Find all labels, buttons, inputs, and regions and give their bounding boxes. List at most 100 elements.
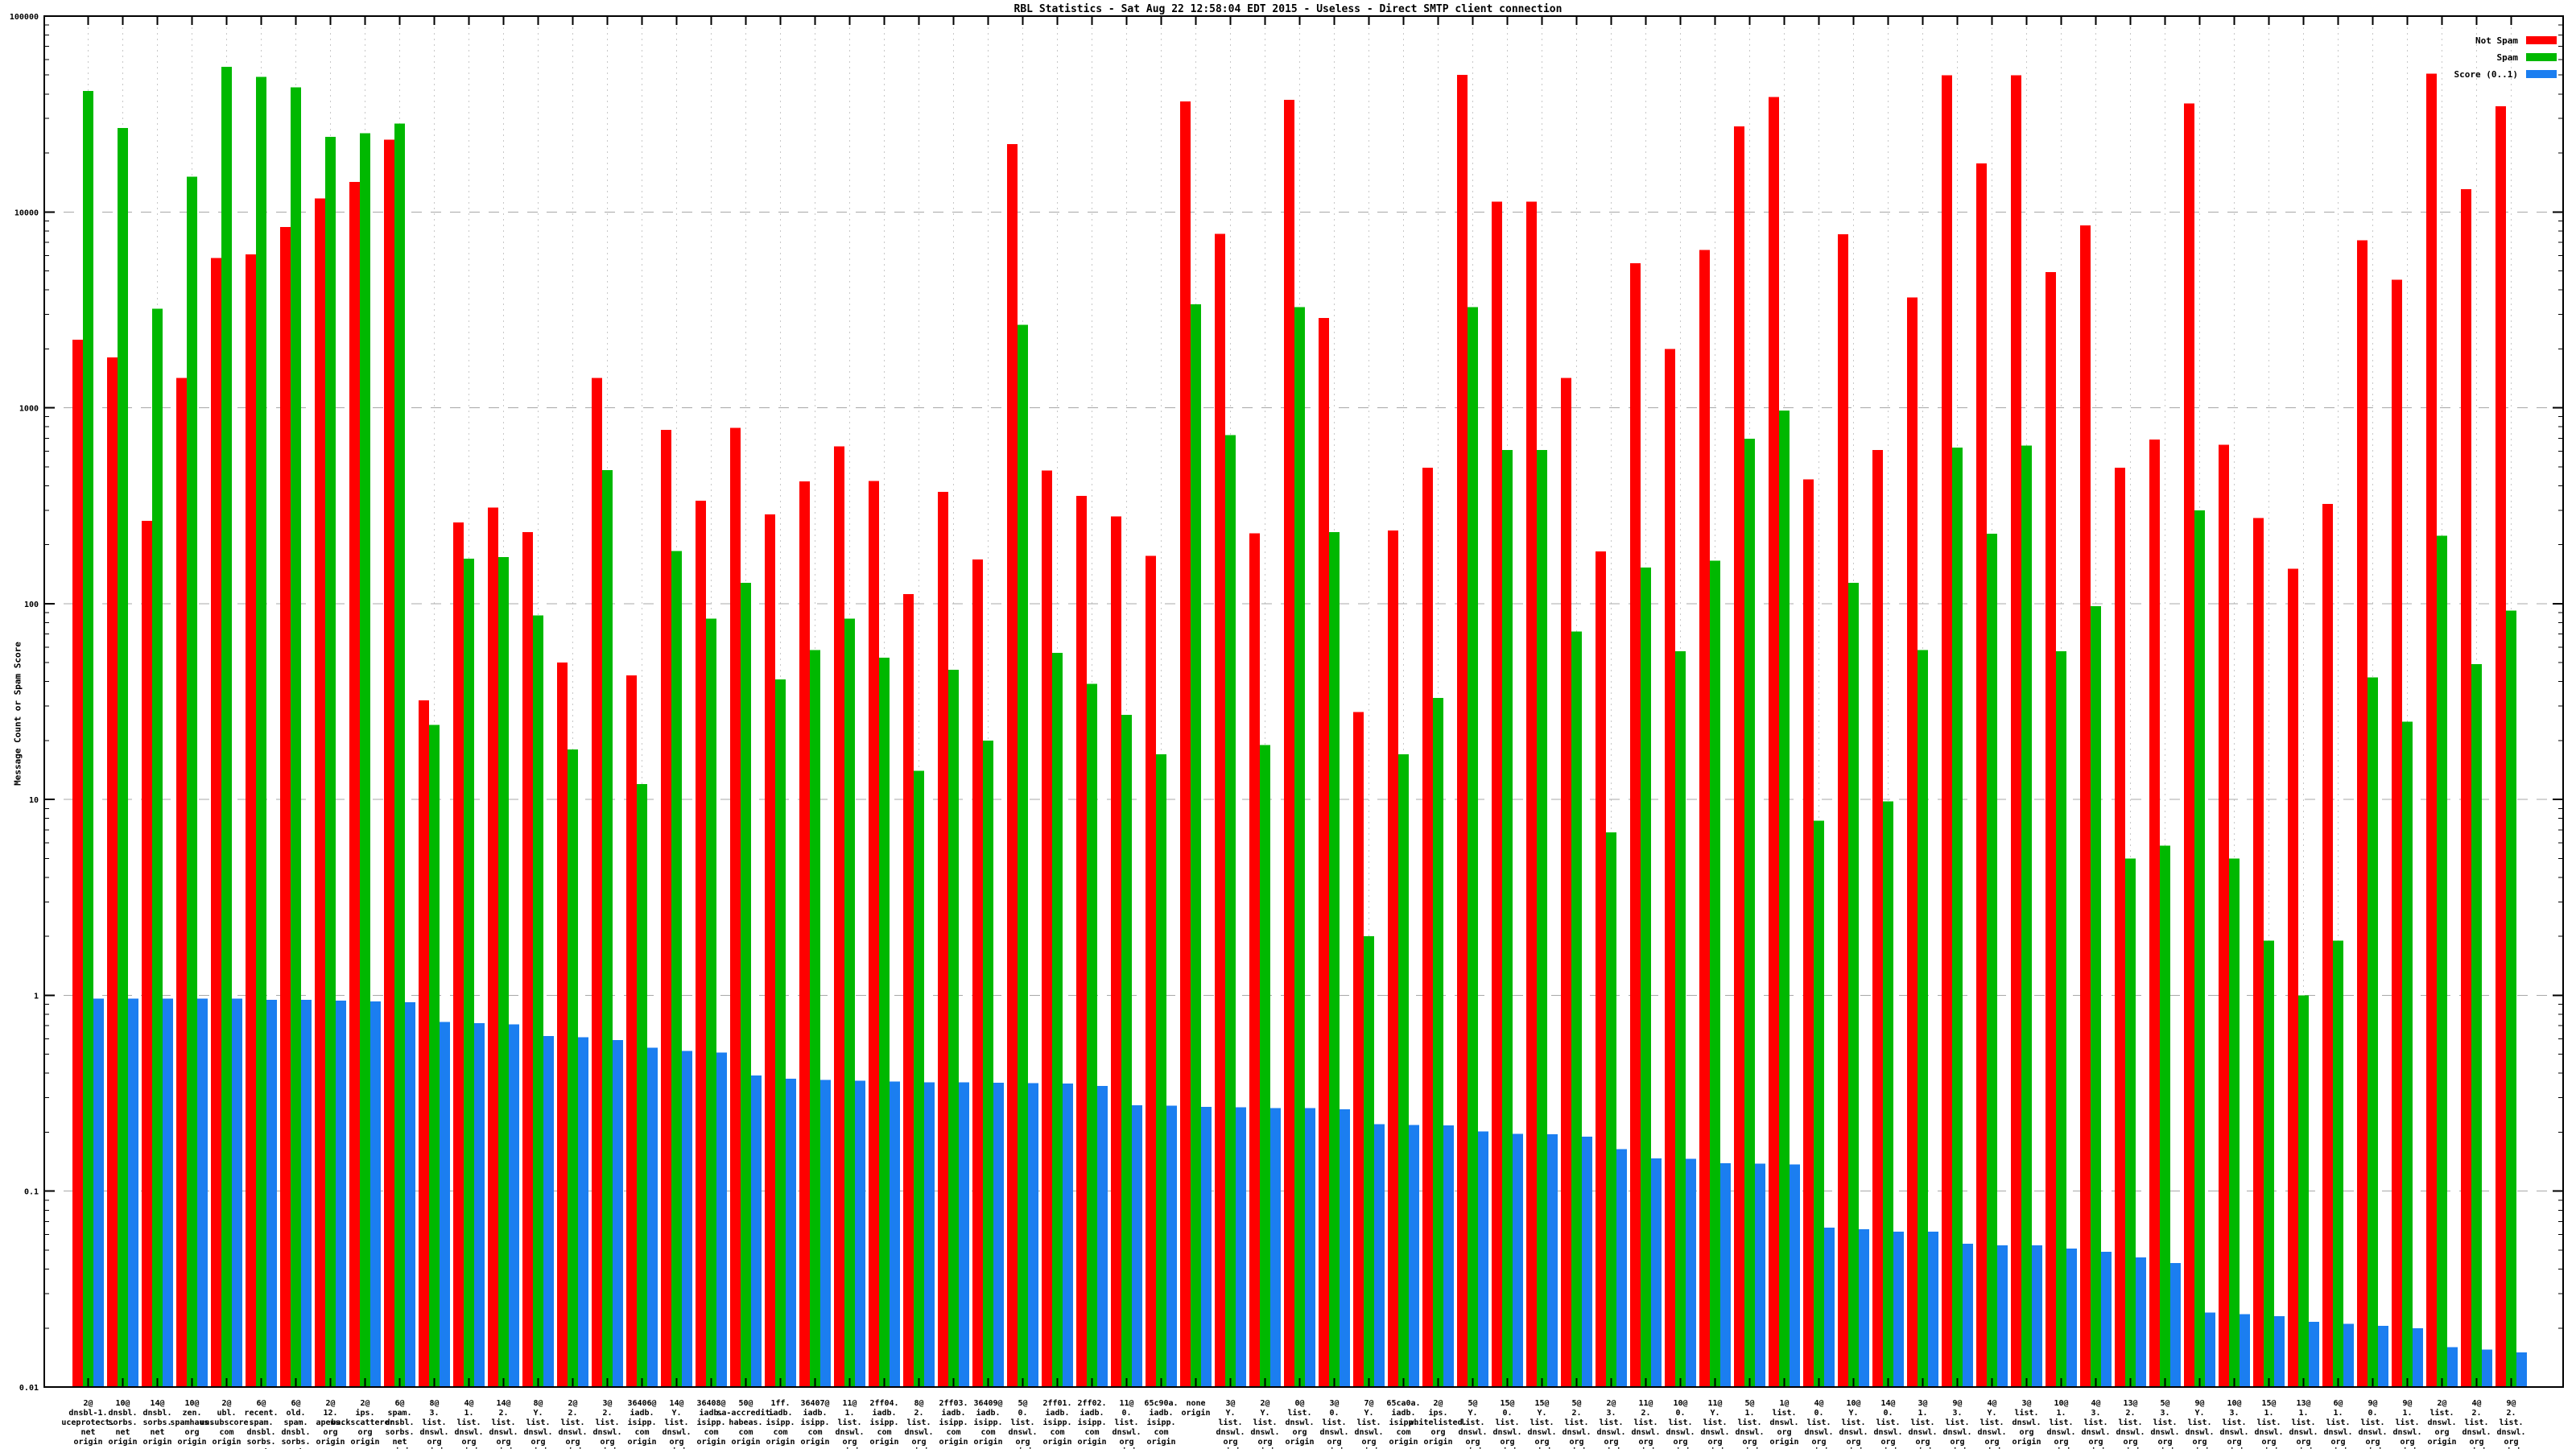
bar-not-spam bbox=[2149, 440, 2160, 1387]
legend-swatch-not-spam bbox=[2526, 36, 2557, 44]
bar-not-spam bbox=[72, 340, 83, 1387]
bar-score-0-1 bbox=[2482, 1350, 2492, 1387]
bar-not-spam bbox=[211, 258, 221, 1387]
bar-spam bbox=[741, 583, 751, 1387]
bar-not-spam bbox=[2288, 568, 2298, 1387]
svg-text:1000: 1000 bbox=[19, 405, 39, 414]
x-tick-label: 2@dnsbl-1.uceprotect.netorigin bbox=[61, 1399, 114, 1447]
x-tick-label: 3@0.list.dnswl.orgorigin bbox=[1319, 1399, 1348, 1449]
bar-spam bbox=[1606, 832, 1616, 1387]
bar-score-0-1 bbox=[993, 1083, 1004, 1387]
x-axis-tick-labels: 2@dnsbl-1.uceprotect.netorigin10@dnsbl.s… bbox=[61, 1399, 2525, 1449]
bar-score-0-1 bbox=[924, 1082, 935, 1387]
x-tick-label: 13@1.list.dnswl.orgorigin bbox=[2289, 1399, 2318, 1449]
bar-not-spam bbox=[1838, 234, 1848, 1387]
bar-spam bbox=[844, 618, 855, 1387]
bar-score-0-1 bbox=[1443, 1125, 1454, 1387]
x-tick-label: 3@2.list.dnswl.orgorigin bbox=[592, 1399, 621, 1449]
bar-not-spam bbox=[592, 378, 602, 1387]
bar-not-spam bbox=[1665, 349, 1675, 1387]
x-tick-label: 1ff.iadb.isipp.comorigin bbox=[766, 1399, 795, 1447]
bar-score-0-1 bbox=[474, 1023, 485, 1387]
x-tick-label: 6@old.spam.dnsbl.sorbs.netorigin bbox=[281, 1399, 310, 1449]
bar-score-0-1 bbox=[786, 1079, 796, 1387]
x-tick-label: 2ff04.iadb.isipp.comorigin bbox=[869, 1399, 898, 1447]
bar-score-0-1 bbox=[1720, 1163, 1731, 1387]
bar-score-0-1 bbox=[1582, 1137, 1592, 1387]
bar-spam bbox=[1294, 307, 1305, 1387]
bar-score-0-1 bbox=[1513, 1134, 1523, 1387]
bar-not-spam bbox=[1769, 97, 1779, 1387]
bar-not-spam bbox=[522, 532, 533, 1387]
legend-item-spam: Spam bbox=[2454, 52, 2557, 62]
bar-spam bbox=[1433, 698, 1443, 1387]
bar-score-0-1 bbox=[1201, 1107, 1212, 1387]
bar-score-0-1 bbox=[1097, 1086, 1108, 1387]
bar-spam bbox=[2264, 941, 2274, 1387]
bar-spam bbox=[1814, 820, 1824, 1387]
x-tick-label: 0@list.dnswl.orgorigin bbox=[1285, 1399, 1314, 1447]
bar-score-0-1 bbox=[2066, 1249, 2077, 1387]
bar-not-spam bbox=[315, 199, 325, 1387]
bar-not-spam bbox=[2253, 518, 2264, 1387]
y-axis-tick-labels: 1000001000010001001010.10.01 bbox=[10, 13, 39, 1393]
x-tick-label: 8@Y.list.dnswl.orgorigin bbox=[523, 1399, 552, 1449]
x-tick-label: 4@3.list.dnswl.orgorigin bbox=[2081, 1399, 2110, 1449]
bar-spam bbox=[221, 67, 232, 1387]
x-tick-label: 4@0.list.dnswl.orgorigin bbox=[1804, 1399, 1833, 1449]
bar-score-0-1 bbox=[1686, 1159, 1696, 1387]
x-tick-label: 2ff02.iadb.isipp.comorigin bbox=[1077, 1399, 1106, 1447]
bar-not-spam bbox=[765, 514, 775, 1387]
x-tick-label: 4@1.list.dnswl.orgorigin bbox=[454, 1399, 483, 1449]
svg-text:10000: 10000 bbox=[14, 208, 39, 217]
bar-not-spam bbox=[2357, 240, 2368, 1387]
bar-score-0-1 bbox=[1616, 1149, 1627, 1387]
legend-item-score: Score (0..1) bbox=[2454, 69, 2557, 79]
bar-spam bbox=[1398, 754, 1409, 1387]
x-tick-label: 5@Y.list.dnswl.orgorigin bbox=[1458, 1399, 1487, 1449]
bar-spam bbox=[1952, 448, 1963, 1387]
bar-spam bbox=[1883, 801, 1893, 1387]
x-tick-label: 36407@iadb.isipp.comorigin bbox=[800, 1399, 829, 1447]
bar-not-spam bbox=[349, 182, 360, 1387]
legend-swatch-spam bbox=[2526, 53, 2557, 61]
x-tick-label: 10@Y.list.dnswl.orgorigin bbox=[1839, 1399, 1868, 1449]
bar-not-spam bbox=[1284, 100, 1294, 1387]
bar-spam bbox=[2021, 446, 2032, 1387]
rbl-bar-chart: 1000001000010001001010.10.01 2@dnsbl-1.u… bbox=[0, 0, 2576, 1449]
x-tick-label: 4@2.list.dnswl.orgorigin bbox=[2462, 1399, 2491, 1449]
bar-score-0-1 bbox=[163, 999, 173, 1387]
x-tick-label: 10@3.list.dnswl.orgorigin bbox=[2219, 1399, 2248, 1449]
bar-not-spam bbox=[176, 378, 187, 1387]
bar-spam bbox=[1641, 568, 1651, 1387]
bar-not-spam bbox=[1388, 530, 1398, 1387]
bar-not-spam bbox=[1942, 75, 1952, 1387]
bar-score-0-1 bbox=[959, 1082, 969, 1387]
bar-not-spam bbox=[938, 492, 948, 1387]
bar-score-0-1 bbox=[440, 1022, 450, 1387]
bar-spam bbox=[568, 749, 578, 1387]
bar-spam bbox=[879, 658, 890, 1387]
bar-not-spam bbox=[1734, 126, 1744, 1387]
bar-score-0-1 bbox=[2274, 1316, 2285, 1387]
x-tick-label: 6@spam.dnsbl.sorbs.netorigin bbox=[385, 1399, 414, 1449]
bar-not-spam bbox=[1042, 470, 1052, 1387]
x-tick-label: 10@dnsbl.sorbs.netorigin bbox=[108, 1399, 137, 1447]
bar-not-spam bbox=[972, 559, 983, 1387]
bar-not-spam bbox=[1526, 201, 1537, 1387]
x-tick-label: 5@1.list.dnswl.orgorigin bbox=[1735, 1399, 1764, 1449]
x-tick-label: 14@0.list.dnswl.orgorigin bbox=[1873, 1399, 1902, 1449]
bar-score-0-1 bbox=[2309, 1322, 2319, 1387]
bar-spam bbox=[2437, 536, 2447, 1387]
bar-spam bbox=[2160, 846, 2170, 1387]
bar-score-0-1 bbox=[2343, 1324, 2354, 1387]
bar-not-spam bbox=[2496, 106, 2506, 1387]
bar-spam bbox=[533, 616, 543, 1387]
bar-score-0-1 bbox=[1305, 1108, 1315, 1387]
bar-spam bbox=[706, 618, 716, 1387]
legend-item-not-spam: Not Spam bbox=[2454, 35, 2557, 45]
bar-not-spam bbox=[557, 663, 568, 1387]
x-tick-label: 2ff03.iadb.isipp.comorigin bbox=[939, 1399, 968, 1447]
x-tick-label: 11@Y.list.dnswl.orgorigin bbox=[1700, 1399, 1729, 1449]
bar-score-0-1 bbox=[336, 1001, 346, 1387]
